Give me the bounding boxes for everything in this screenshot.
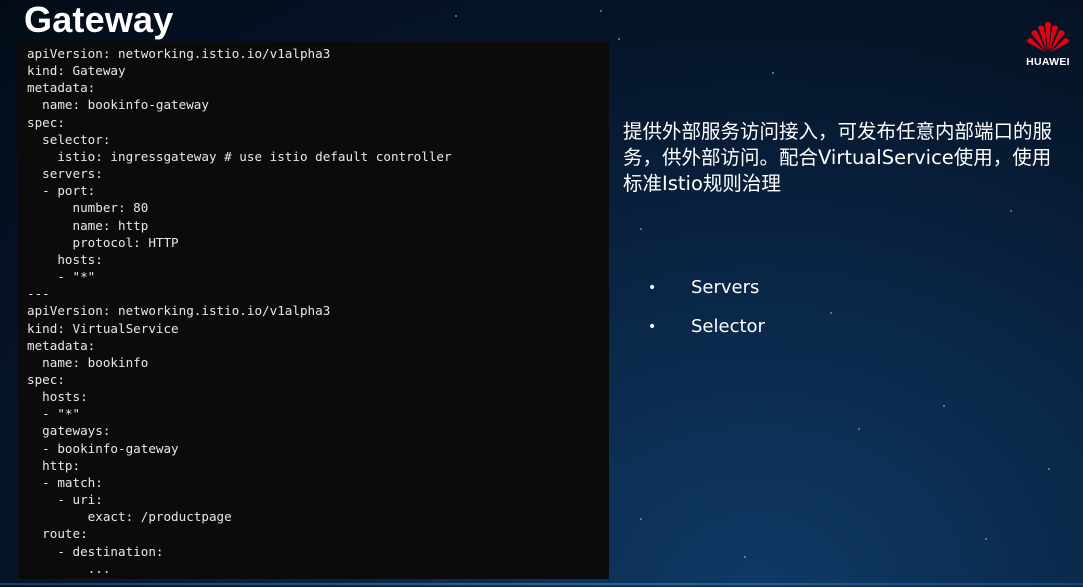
page-title: Gateway: [24, 0, 174, 40]
huawei-logo-text: HUAWEI: [1026, 56, 1070, 68]
description-text: 提供外部服务访问接入，可发布任意内部端口的服务，供外部访问。配合VirtualS…: [623, 120, 1053, 195]
bullet-label-servers: Servers: [691, 277, 760, 298]
bullet-item: • Selector: [648, 307, 765, 346]
yaml-code-block: apiVersion: networking.istio.io/v1alpha3…: [18, 42, 609, 579]
huawei-logo-icon: [1027, 22, 1069, 52]
code-text: apiVersion: networking.istio.io/v1alpha3…: [27, 46, 452, 576]
bullet-item: • Servers: [648, 268, 765, 307]
bullet-dot: •: [648, 279, 657, 296]
bullet-list: • Servers • Selector: [648, 268, 765, 346]
bottom-divider: [0, 583, 1083, 585]
bullet-label-selector: Selector: [691, 316, 765, 337]
bullet-dot: •: [648, 318, 657, 335]
huawei-logo: HUAWEI: [1021, 18, 1075, 68]
